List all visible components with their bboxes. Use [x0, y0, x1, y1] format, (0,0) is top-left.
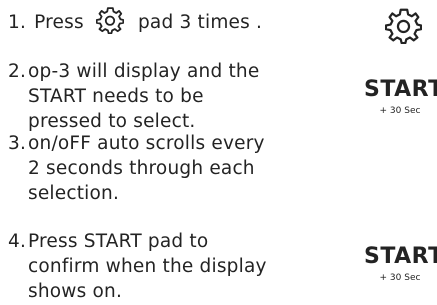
start-label: START — [364, 244, 437, 269]
step-line: Press START pad to — [28, 231, 209, 252]
step-number: 3. — [8, 133, 27, 154]
step-number: 1. — [8, 12, 27, 33]
gear-icon — [385, 8, 422, 44]
step-line: selection. — [28, 183, 120, 204]
step-line: 2 seconds through each — [28, 158, 255, 179]
step-3: 3. on/oFF auto scrolls every 2 seconds th… — [8, 131, 265, 206]
step-number: 4. — [8, 231, 27, 252]
step-text: pad 3 times . — [137, 12, 263, 33]
step-1: 1. Press pad 3 times . — [8, 6, 262, 35]
start-time-label: + 30 Sec — [379, 273, 421, 283]
start-time-label: + 30 Sec — [379, 106, 421, 116]
step-2: 2. op-3 will display and the START needs … — [8, 59, 259, 134]
step-4: 4. Press START pad to confirm when the di… — [8, 229, 267, 304]
start-indicator: START + 30 Sec — [364, 77, 437, 117]
gear-icon — [95, 7, 124, 34]
step-line: on/oFF auto scrolls every — [28, 133, 265, 154]
step-line: confirm when the display — [28, 256, 267, 277]
start-label: START — [364, 77, 437, 102]
start-indicator: START + 30 Sec — [364, 244, 437, 284]
step-line: shows on. — [28, 281, 123, 302]
step-text: Press — [34, 12, 84, 33]
step-number: 2. — [8, 61, 27, 82]
step-line: START needs to be — [28, 86, 204, 107]
step-line: op-3 will display and the — [28, 61, 260, 82]
